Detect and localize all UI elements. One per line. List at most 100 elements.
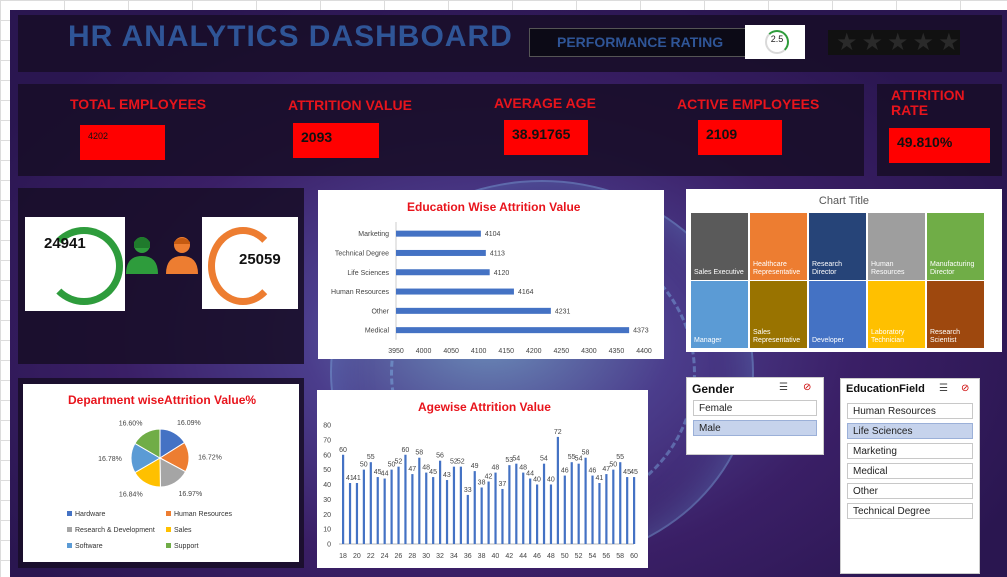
- age-bar: [563, 475, 566, 544]
- gender-slicer[interactable]: Gender ☰ ⊘ Female Male: [686, 377, 824, 455]
- male-count-card[interactable]: 25059: [202, 217, 298, 309]
- age-bar: [473, 471, 476, 544]
- clear-filter-icon[interactable]: ⊘: [961, 383, 969, 394]
- age-x-tick: 40: [492, 553, 500, 560]
- age-data-label: 40: [547, 477, 555, 484]
- legend-swatch: [67, 527, 72, 532]
- education-bar: [396, 327, 630, 334]
- kpi-average-age[interactable]: 38.91765: [504, 120, 588, 155]
- jobrole-tile[interactable]: Research Scientist: [927, 281, 985, 348]
- legend-item: Software: [67, 543, 103, 550]
- jobrole-tile[interactable]: Sales Executive: [691, 213, 749, 280]
- age-bar: [577, 463, 580, 544]
- female-count: 24941: [44, 235, 86, 252]
- education-bar-plot: Marketing 4104 Technical Degree 4113 Life Sc…: [331, 222, 652, 355]
- performance-rating-label: PERFORMANCE RATING: [557, 34, 724, 50]
- age-data-label: 54: [540, 456, 548, 463]
- jobrole-chart[interactable]: Chart Title Sales Executive Healthcare Re…: [686, 189, 1002, 352]
- education-bar: [396, 288, 514, 295]
- age-bar: [529, 478, 532, 544]
- age-bar: [369, 462, 372, 544]
- jobrole-tile-label: Laboratory Technician: [871, 328, 905, 344]
- age-data-label: 52: [395, 459, 403, 466]
- age-x-tick: 52: [575, 553, 583, 560]
- slicer-item-medical[interactable]: Medical: [847, 463, 973, 479]
- age-bar: [501, 488, 504, 544]
- department-chart[interactable]: Department wiseAttrition Value% 16.09% 16…: [23, 384, 299, 562]
- jobrole-tile[interactable]: Human Resources: [868, 213, 926, 280]
- age-bar: [626, 477, 629, 544]
- kpi-active-employees[interactable]: 2109: [698, 120, 782, 155]
- slicer-item-male[interactable]: Male: [693, 420, 817, 436]
- age-data-label: 37: [498, 481, 506, 488]
- slicer-item-human-resources[interactable]: Human Resources: [847, 403, 973, 419]
- age-x-tick: 32: [436, 553, 444, 560]
- jobrole-tile[interactable]: Sales Representative: [750, 281, 808, 348]
- age-bar: [542, 463, 546, 544]
- age-x-tick: 24: [381, 553, 389, 560]
- jobrole-tile-label: Manufacturing Director: [930, 260, 975, 276]
- education-chart[interactable]: Education Wise Attrition Value Marketing…: [318, 190, 664, 359]
- performance-gauge[interactable]: 2.5: [745, 25, 805, 59]
- slicer-item-life-sciences[interactable]: Life Sciences: [847, 423, 973, 439]
- age-x-tick: 18: [339, 553, 347, 560]
- age-x-tick: 20: [353, 553, 361, 560]
- female-count-card[interactable]: 24941: [25, 217, 125, 311]
- age-x-tick: 36: [464, 553, 472, 560]
- education-x-tick: 4100: [471, 348, 487, 355]
- slicer-item-female[interactable]: Female: [693, 400, 817, 416]
- sort-icon[interactable]: ☰: [779, 382, 788, 393]
- kpi-value-total-employees: 4202: [88, 131, 109, 141]
- slicer-item-technical-degree[interactable]: Technical Degree: [847, 503, 973, 519]
- education-data-label: 4113: [490, 250, 505, 257]
- age-bar: [411, 474, 414, 544]
- kpi-attrition-rate[interactable]: 49.810%: [889, 128, 990, 163]
- age-chart[interactable]: Agewise Attrition Value 0 10 20 30 40 50 60 70 8…: [317, 390, 648, 568]
- pie-data-label: 16.09%: [177, 420, 201, 427]
- jobrole-tile[interactable]: Healthcare Representative: [750, 213, 808, 280]
- kpi-value-attrition-rate: 49.810%: [897, 134, 953, 150]
- education-category-label: Technical Degree: [335, 250, 389, 257]
- education-x-tick: 4250: [554, 348, 570, 355]
- age-bar: [376, 477, 379, 544]
- education-x-tick: 4300: [581, 348, 597, 355]
- age-y-tick: 50: [323, 467, 331, 474]
- age-bar-plot: 010203040506070806041 41505545 4450 5260475…: [323, 423, 638, 561]
- age-x-tick: 54: [589, 553, 597, 560]
- legend-item: Research & Development: [67, 527, 155, 534]
- female-person-icon: [124, 234, 160, 274]
- sort-icon[interactable]: ☰: [939, 383, 948, 394]
- legend-item: Hardware: [67, 511, 105, 518]
- slicer-item-other[interactable]: Other: [847, 483, 973, 499]
- jobrole-tile[interactable]: Manager: [691, 281, 749, 348]
- education-slicer-title: EducationField: [846, 383, 925, 395]
- age-bar: [584, 457, 587, 544]
- jobrole-tile[interactable]: Research Director: [809, 213, 867, 280]
- jobrole-tile[interactable]: Laboratory Technician: [868, 281, 926, 348]
- clear-filter-icon[interactable]: ⊘: [803, 382, 811, 393]
- age-data-label: 40: [533, 477, 541, 484]
- age-bar: [362, 469, 365, 544]
- education-bar: [396, 249, 486, 256]
- age-bar: [494, 472, 497, 544]
- education-category-label: Human Resources: [331, 289, 389, 296]
- education-slicer[interactable]: EducationField ☰ ⊘ Human Resources Life …: [840, 378, 980, 574]
- age-x-tick: 44: [519, 553, 527, 560]
- age-bar: [633, 477, 636, 544]
- jobrole-tile[interactable]: Manufacturing Director: [927, 213, 985, 280]
- kpi-total-employees[interactable]: 4202: [80, 125, 165, 160]
- age-bar: [404, 454, 407, 544]
- slicer-item-marketing[interactable]: Marketing: [847, 443, 973, 459]
- legend-swatch: [166, 511, 171, 516]
- education-data-label: 4231: [555, 308, 571, 315]
- kpi-attrition-value[interactable]: 2093: [293, 123, 379, 158]
- age-bar: [591, 475, 594, 544]
- age-x-tick: 26: [395, 553, 403, 560]
- age-data-label: 54: [512, 456, 520, 463]
- male-count: 25059: [239, 251, 281, 268]
- age-y-tick: 10: [323, 527, 331, 534]
- education-category-label: Other: [371, 308, 389, 315]
- age-data-label: 49: [471, 463, 479, 470]
- jobrole-tile[interactable]: Developer: [809, 281, 867, 348]
- age-bar: [487, 481, 490, 544]
